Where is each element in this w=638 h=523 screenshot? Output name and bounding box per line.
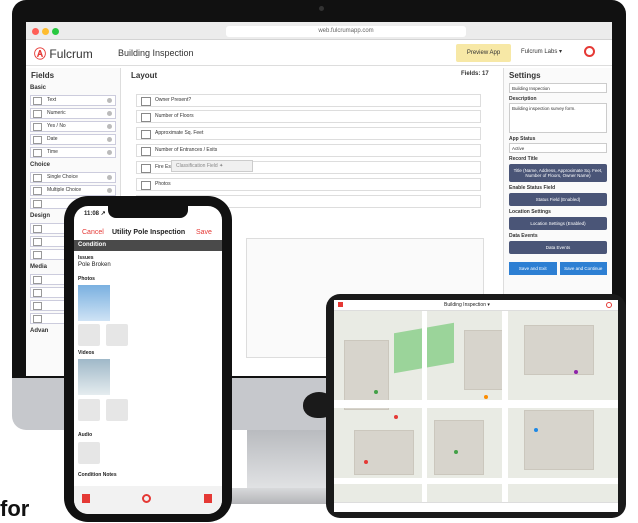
preview-app-button[interactable]: Preview App: [456, 44, 511, 62]
field-type-item[interactable]: Single Choice: [30, 172, 116, 183]
camera-button[interactable]: [78, 324, 100, 346]
section-title: Condition: [78, 242, 106, 248]
app-header: Ⓐ Fulcrum Building Inspection Preview Ap…: [26, 40, 612, 66]
notes-label: Condition Notes: [78, 472, 117, 478]
minimize-dot[interactable]: [42, 28, 49, 35]
video-library-button[interactable]: [106, 399, 128, 421]
tablet-header: Building Inspection ▾: [334, 300, 618, 311]
save-continue-button[interactable]: Save and Continue: [559, 262, 607, 275]
layout-field-row[interactable]: Owner Present?: [136, 94, 481, 107]
video-camera-button[interactable]: [78, 399, 100, 421]
field-section-title: Choice: [30, 162, 51, 168]
road: [334, 400, 618, 408]
tablet-title[interactable]: Building Inspection ▾: [444, 302, 490, 308]
pole-photo[interactable]: [78, 285, 110, 321]
map-marker[interactable]: [454, 450, 458, 454]
phone-notch: [108, 206, 188, 218]
location-settings-button[interactable]: Location Settings (Enabled): [509, 217, 607, 230]
field-type-item[interactable]: Numeric: [30, 108, 116, 119]
record-title-label: Record Title: [509, 156, 538, 162]
phone-toolbar: [74, 486, 222, 514]
location-settings-label: Location Settings: [509, 209, 551, 215]
building: [524, 325, 594, 375]
building: [354, 430, 414, 475]
settings-title: Settings: [509, 71, 541, 80]
road: [502, 311, 508, 511]
caption-text: for: [0, 496, 30, 521]
building: [524, 410, 594, 470]
field-type-item[interactable]: Yes / No: [30, 121, 116, 132]
menu-icon[interactable]: [338, 302, 343, 307]
gear-icon[interactable]: [584, 46, 595, 57]
field-section-title: Basic: [30, 85, 47, 91]
dragging-field[interactable]: Classification Field ✦: [171, 160, 253, 172]
delete-icon[interactable]: [204, 494, 212, 503]
cancel-button[interactable]: Cancel: [82, 229, 104, 236]
status-time: 11:08 ↗: [84, 211, 106, 217]
road: [422, 311, 427, 511]
field-type-item[interactable]: Multiple Choice: [30, 185, 116, 196]
phone-screen: 11:08 ↗ Cancel Utility Pole Inspection S…: [74, 206, 222, 514]
field-type-item[interactable]: Text: [30, 95, 116, 106]
audio-label: Audio: [78, 432, 93, 438]
status-field-label: Enable Status Field: [509, 185, 556, 191]
record-title: Utility Pole Inspection: [112, 229, 186, 236]
data-events-label: Data Events: [509, 233, 538, 239]
photos-label: Photos: [78, 276, 95, 282]
form-name: Building Inspection: [118, 48, 194, 58]
map-marker[interactable]: [484, 395, 488, 399]
location-icon[interactable]: [142, 494, 151, 503]
logo-text: Fulcrum: [49, 47, 93, 61]
layout-field-row[interactable]: Number of Floors: [136, 110, 481, 123]
field-type-item[interactable]: Time: [30, 147, 116, 158]
map-marker[interactable]: [364, 460, 368, 464]
refresh-icon[interactable]: [606, 302, 612, 308]
address-bar[interactable]: web.fulcrumapp.com: [226, 26, 466, 37]
fields-title: Fields: [31, 71, 55, 80]
map-marker[interactable]: [534, 428, 538, 432]
road: [334, 478, 618, 484]
field-type-item[interactable]: Date: [30, 134, 116, 145]
map-marker[interactable]: [374, 390, 378, 394]
data-events-button[interactable]: Data Events: [509, 241, 607, 254]
layout-field-row[interactable]: Photos: [136, 178, 481, 191]
save-button[interactable]: Save: [196, 229, 212, 236]
building: [434, 420, 484, 475]
field-count: Fields: 17: [461, 71, 489, 77]
photo-library-button[interactable]: [106, 324, 128, 346]
section-header: Condition: [74, 240, 222, 251]
description-label: Description: [509, 96, 537, 102]
layout-field-row[interactable]: Approximate Sq. Feet: [136, 127, 481, 140]
microphone-button[interactable]: [78, 442, 100, 464]
copy-icon[interactable]: [82, 494, 90, 503]
issues-value[interactable]: Pole Broken: [78, 262, 111, 268]
tablet-bottom-bar: [334, 502, 618, 512]
camera: [319, 6, 324, 11]
map-marker[interactable]: [574, 370, 578, 374]
save-buttons: Save and Exit Save and Continue: [509, 262, 607, 275]
status-field-button[interactable]: Status Field (Enabled): [509, 193, 607, 206]
layout-field-row[interactable]: Number of Entrances / Exits: [136, 144, 481, 157]
app-status-select[interactable]: Active: [509, 143, 607, 153]
layout-title: Layout: [131, 71, 158, 80]
map-marker[interactable]: [394, 415, 398, 419]
fulcrum-logo[interactable]: Ⓐ Fulcrum: [34, 45, 93, 62]
record-title-button[interactable]: Title (Name, Address, Approximate Sq. Fe…: [509, 164, 607, 182]
video-thumbnail[interactable]: [78, 359, 110, 395]
browser-toolbar: web.fulcrumapp.com: [26, 22, 612, 40]
tablet-map-screen[interactable]: Building Inspection ▾: [334, 300, 618, 512]
save-exit-button[interactable]: Save and Exit: [509, 262, 557, 275]
app-status-label: App Status: [509, 136, 536, 142]
maximize-dot[interactable]: [52, 28, 59, 35]
description-input[interactable]: Building inspection survey form.: [509, 103, 607, 133]
videos-label: Videos: [78, 350, 95, 356]
form-name-input[interactable]: Building Inspection: [509, 83, 607, 93]
close-dot[interactable]: [32, 28, 39, 35]
building: [464, 330, 504, 390]
issues-label: Issues: [78, 255, 94, 261]
org-menu[interactable]: Fulcrum Labs ▾: [521, 48, 562, 55]
